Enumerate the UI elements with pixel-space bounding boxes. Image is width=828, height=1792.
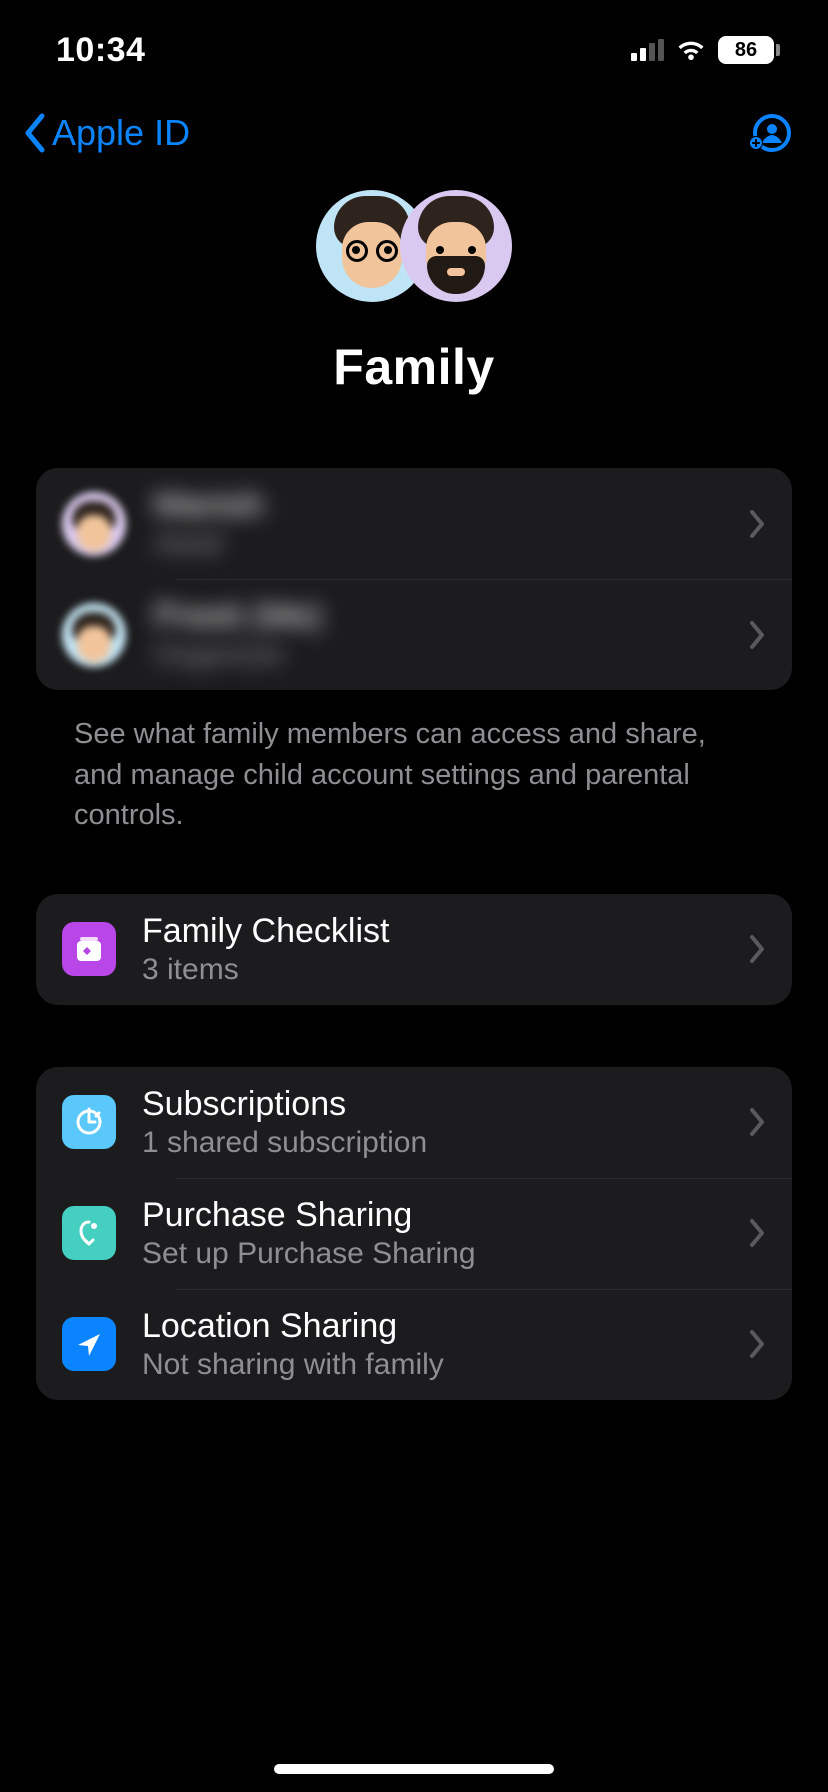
- purchase-sharing-row[interactable]: Purchase Sharing Set up Purchase Sharing: [36, 1178, 792, 1289]
- member-row[interactable]: Preeti (Me) Organizer: [36, 579, 792, 690]
- checklist-group: Family Checklist 3 items: [36, 894, 792, 1005]
- member-name: Manish: [154, 486, 264, 525]
- member-name: Preeti (Me): [154, 597, 322, 636]
- avatar-member-1: [400, 190, 512, 302]
- chevron-right-icon: [748, 934, 766, 964]
- member-role: Organizer: [154, 638, 322, 672]
- wifi-icon: [674, 38, 708, 62]
- back-button[interactable]: Apple ID: [18, 112, 190, 154]
- chevron-left-icon: [18, 112, 50, 154]
- status-bar: 10:34 86: [0, 0, 828, 100]
- page-title: Family: [333, 338, 494, 396]
- purchase-sharing-icon: [62, 1206, 116, 1260]
- nav-bar: Apple ID: [0, 98, 828, 168]
- row-subtitle: 3 items: [142, 953, 389, 987]
- subscriptions-row[interactable]: Subscriptions 1 shared subscription: [36, 1067, 792, 1178]
- chevron-right-icon: [748, 509, 766, 539]
- services-group: Subscriptions 1 shared subscription Purc: [36, 1067, 792, 1400]
- member-row[interactable]: Manish Adult: [36, 468, 792, 579]
- home-indicator[interactable]: [274, 1764, 554, 1774]
- back-label: Apple ID: [52, 112, 190, 154]
- location-icon: [62, 1317, 116, 1371]
- cellular-icon: [631, 39, 664, 61]
- family-avatars: [316, 190, 512, 302]
- avatar: [62, 603, 126, 667]
- checklist-icon: [62, 922, 116, 976]
- chevron-right-icon: [748, 1329, 766, 1359]
- person-add-icon: [746, 110, 792, 156]
- member-role: Adult: [154, 527, 264, 561]
- add-member-button[interactable]: [746, 110, 792, 156]
- chevron-right-icon: [748, 620, 766, 650]
- location-sharing-row[interactable]: Location Sharing Not sharing with family: [36, 1289, 792, 1400]
- status-time: 10:34: [56, 31, 145, 70]
- row-subtitle: Not sharing with family: [142, 1348, 444, 1382]
- row-title: Subscriptions: [142, 1085, 427, 1124]
- row-title: Family Checklist: [142, 912, 389, 951]
- members-caption: See what family members can access and s…: [74, 714, 754, 836]
- members-group: Manish Adult Preeti (Me) Organizer: [36, 468, 792, 690]
- family-checklist-row[interactable]: Family Checklist 3 items: [36, 894, 792, 1005]
- row-title: Location Sharing: [142, 1307, 444, 1346]
- row-subtitle: 1 shared subscription: [142, 1126, 427, 1160]
- row-title: Purchase Sharing: [142, 1196, 476, 1235]
- chevron-right-icon: [748, 1107, 766, 1137]
- battery-icon: 86: [718, 36, 780, 64]
- subscriptions-icon: [62, 1095, 116, 1149]
- page-header: Family: [0, 190, 828, 396]
- row-subtitle: Set up Purchase Sharing: [142, 1237, 476, 1271]
- chevron-right-icon: [748, 1218, 766, 1248]
- avatar: [62, 492, 126, 556]
